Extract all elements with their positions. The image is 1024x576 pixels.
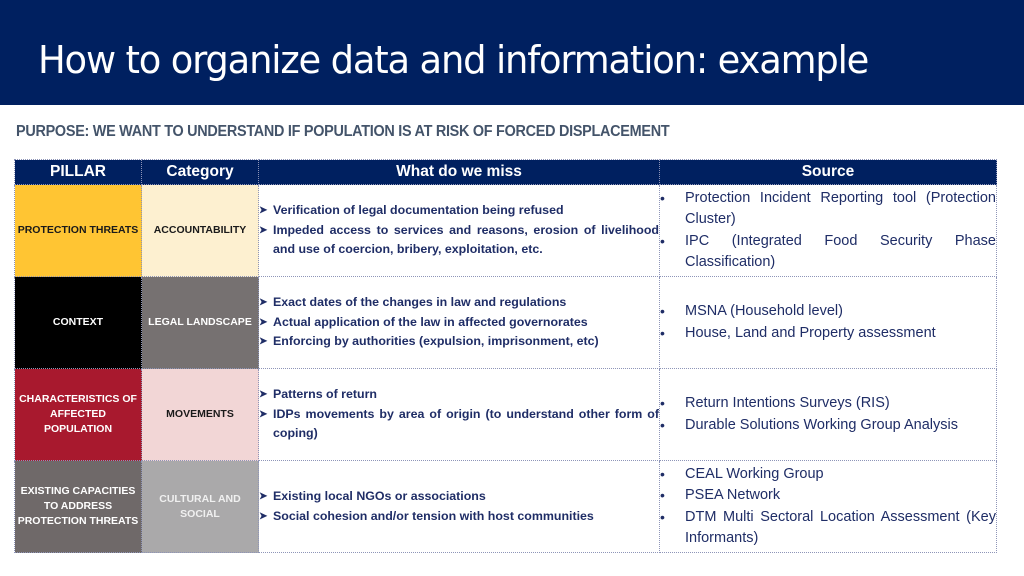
- list-item: • PSEA Network: [660, 485, 996, 507]
- arrowhead-bullet-icon: ➤: [259, 336, 268, 348]
- list-item-text: Exact dates of the changes in law and re…: [273, 295, 567, 310]
- list-item-text: Impeded access to services and reasons, …: [273, 222, 659, 257]
- list-item-text: Enforcing by authorities (expulsion, imp…: [273, 334, 599, 349]
- category-cell: ACCOUNTABILITY: [141, 184, 259, 277]
- list-item-text: Verification of legal documentation bein…: [273, 203, 564, 218]
- arrowhead-bullet-icon: ➤: [259, 510, 268, 522]
- dot-bullet-icon: •: [660, 232, 665, 249]
- dot-bullet-icon: •: [660, 465, 665, 482]
- list-item: • IPC (Integrated Food Security Phase Cla…: [660, 231, 996, 274]
- what-do-we-miss-cell: ➤ Existing local NGOs or associations ➤ Soc…: [258, 460, 660, 553]
- pillar-cell: EXISTING CAPACITIES TO ADDRESS PROTECTIO…: [14, 460, 142, 553]
- list-item-text: Existing local NGOs or associations: [273, 489, 486, 503]
- dot-bullet-icon: •: [660, 395, 665, 411]
- source-cell: • Return Intentions Surveys (RIS) • Durable…: [659, 368, 997, 461]
- list-item: ➤ Social cohesion and/or tension with hos…: [259, 507, 659, 527]
- list-item-text: IDPs movements by area of origin (to und…: [273, 406, 659, 441]
- list-item: ➤ Enforcing by authorities (expulsion, im…: [259, 332, 659, 352]
- table-row: EXISTING CAPACITIES TO ADDRESS PROTECTIO…: [14, 460, 997, 553]
- list-item: ➤ Exact dates of the changes in law and r…: [259, 293, 659, 313]
- list-item-text: Return Intentions Surveys (RIS): [685, 395, 890, 411]
- table-header-row: PILLAR Category What do we miss Source: [14, 159, 997, 185]
- list-item: ➤ IDPs movements by area of origin (to un…: [259, 405, 659, 444]
- arrowhead-bullet-icon: ➤: [259, 491, 268, 502]
- arrowhead-bullet-icon: ➤: [259, 408, 268, 420]
- arrowhead-bullet-icon: ➤: [259, 316, 268, 328]
- category-cell: LEGAL LANDSCAPE: [141, 276, 259, 369]
- list-item: ➤ Impeded access to services and reasons,…: [259, 221, 659, 260]
- dot-bullet-icon: •: [660, 416, 665, 433]
- list-item: ➤ Actual application of the law in affect…: [259, 313, 659, 333]
- header-category: Category: [141, 159, 259, 185]
- what-do-we-miss-cell: ➤ Exact dates of the changes in law and r…: [258, 276, 660, 369]
- list-item: ➤ Existing local NGOs or associations: [259, 487, 659, 507]
- missing-info-list: ➤ Patterns of return ➤ IDPs movements by ar…: [259, 385, 659, 444]
- arrowhead-bullet-icon: ➤: [259, 389, 268, 401]
- category-cell: MOVEMENTS: [141, 368, 259, 461]
- list-item: ➤ Patterns of return: [259, 385, 659, 405]
- data-organization-table: PILLAR Category What do we miss Source P…: [14, 159, 997, 553]
- list-item-text: PSEA Network: [685, 487, 781, 503]
- list-item: • House, Land and Property assessment: [660, 323, 996, 345]
- source-list: • MSNA (Household level) • House, Land and …: [660, 301, 996, 344]
- list-item: • CEAL Working Group: [660, 464, 996, 486]
- source-list: • Return Intentions Surveys (RIS) • Durable…: [660, 393, 996, 436]
- list-item: • DTM Multi Sectoral Location Assessment …: [660, 507, 996, 550]
- list-item: ➤ Verification of legal documentation bei…: [259, 201, 659, 221]
- dot-bullet-icon: •: [660, 303, 665, 319]
- list-item-text: Social cohesion and/or tension with host…: [273, 508, 594, 523]
- list-item: • MSNA (Household level): [660, 301, 996, 323]
- dot-bullet-icon: •: [660, 487, 665, 503]
- missing-info-list: ➤ Verification of legal documentation bei…: [259, 201, 659, 260]
- list-item-text: DTM Multi Sectoral Location Assessment (…: [685, 508, 996, 547]
- dot-bullet-icon: •: [660, 189, 665, 206]
- header-source: Source: [659, 159, 997, 185]
- header-pillar: PILLAR: [14, 159, 142, 185]
- source-cell: • CEAL Working Group • PSEA Network • DTM Mul…: [659, 460, 997, 553]
- page-title: How to organize data and information: ex…: [38, 38, 869, 82]
- header-what-do-we-miss: What do we miss: [258, 159, 660, 185]
- list-item: • Return Intentions Surveys (RIS): [660, 393, 996, 415]
- missing-info-list: ➤ Exact dates of the changes in law and r…: [259, 293, 659, 352]
- table-row: CHARACTERISTICS OF AFFECTED POPULATION MO…: [14, 368, 997, 461]
- source-list: • CEAL Working Group • PSEA Network • DTM Mul…: [660, 464, 996, 550]
- list-item-text: Actual application of the law in affecte…: [273, 314, 588, 329]
- missing-info-list: ➤ Existing local NGOs or associations ➤ Soc…: [259, 487, 659, 526]
- table-row: CONTEXT LEGAL LANDSCAPE ➤ Exact dates of th…: [14, 276, 997, 369]
- arrowhead-bullet-icon: ➤: [259, 205, 268, 217]
- source-cell: • Protection Incident Reporting tool (Pro…: [659, 184, 997, 277]
- pillar-cell: CONTEXT: [14, 276, 142, 369]
- pillar-cell: CHARACTERISTICS OF AFFECTED POPULATION: [14, 368, 142, 461]
- source-list: • Protection Incident Reporting tool (Pro…: [660, 188, 996, 274]
- list-item-text: IPC (Integrated Food Security Phase Clas…: [685, 232, 996, 271]
- purpose-statement: PURPOSE: WE WANT TO UNDERSTAND IF POPULA…: [16, 123, 670, 140]
- arrowhead-bullet-icon: ➤: [259, 224, 268, 236]
- list-item-text: Protection Incident Reporting tool (Prot…: [685, 189, 996, 228]
- title-bar: How to organize data and information: ex…: [0, 0, 1024, 105]
- list-item-text: CEAL Working Group: [685, 465, 824, 482]
- arrowhead-bullet-icon: ➤: [259, 297, 268, 309]
- pillar-cell: PROTECTION THREATS: [14, 184, 142, 277]
- list-item-text: MSNA (Household level): [685, 303, 843, 319]
- list-item-text: Durable Solutions Working Group Analysis: [685, 416, 958, 433]
- dot-bullet-icon: •: [660, 508, 665, 525]
- list-item: • Protection Incident Reporting tool (Pro…: [660, 188, 996, 231]
- category-cell: CULTURAL AND SOCIAL: [141, 460, 259, 553]
- list-item-text: Patterns of return: [273, 387, 377, 402]
- list-item-text: House, Land and Property assessment: [685, 324, 936, 341]
- source-cell: • MSNA (Household level) • House, Land and …: [659, 276, 997, 369]
- list-item: • Durable Solutions Working Group Analysi…: [660, 415, 996, 437]
- dot-bullet-icon: •: [660, 324, 665, 341]
- table-row: PROTECTION THREATS ACCOUNTABILITY ➤ Verific…: [14, 184, 997, 277]
- what-do-we-miss-cell: ➤ Verification of legal documentation bei…: [258, 184, 660, 277]
- what-do-we-miss-cell: ➤ Patterns of return ➤ IDPs movements by ar…: [258, 368, 660, 461]
